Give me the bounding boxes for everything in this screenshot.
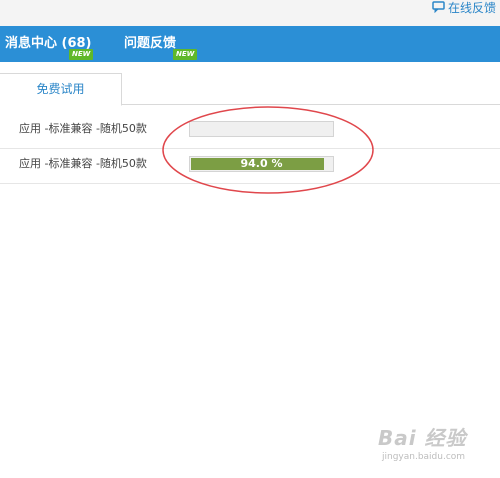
list-item: 应用 -标准兼容 -随机50款 94.0 %: [0, 146, 500, 184]
list-item: 应用 -标准兼容 -随机50款: [0, 111, 500, 149]
online-feedback-link[interactable]: 在线反馈: [432, 0, 496, 15]
progress-text: 94.0 %: [240, 157, 283, 170]
nav-item-feedback-label: 问题反馈: [124, 36, 177, 51]
tab-strip: 免费试用: [0, 62, 500, 106]
new-badge-messages: NEW: [69, 49, 94, 60]
watermark-logo: Bai 经验: [378, 426, 467, 450]
tab-free-trial[interactable]: 免费试用: [0, 73, 122, 106]
progress-bar: [189, 121, 334, 137]
top-bar: 在线反馈: [0, 0, 500, 26]
new-badge-feedback: NEW: [173, 49, 198, 60]
row-label: 应用 -标准兼容 -随机50款: [19, 157, 147, 170]
row-label: 应用 -标准兼容 -随机50款: [19, 122, 147, 135]
nav-item-feedback[interactable]: 问题反馈: [124, 26, 176, 62]
watermark-url: jingyan.baidu.com: [382, 452, 466, 462]
watermark: Bai 经验 jingyan.baidu.com: [378, 422, 493, 466]
progress-bar: 94.0 %: [189, 156, 334, 172]
progress-text: [190, 122, 333, 136]
chat-bubble-icon: [432, 1, 445, 13]
main-nav: 消息中心 (68) NEW 问题反馈 NEW: [0, 26, 500, 62]
online-feedback-label: 在线反馈: [447, 0, 496, 15]
